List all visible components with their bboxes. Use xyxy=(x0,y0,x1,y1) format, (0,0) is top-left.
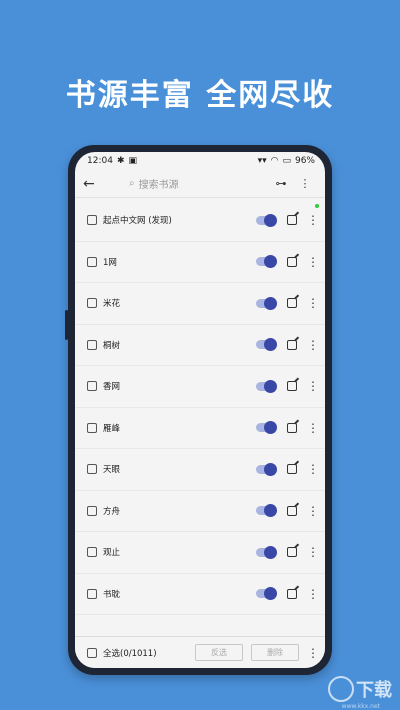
bottom-action-bar: 全选(0/1011) 反选 删除 ⋮ xyxy=(75,636,325,668)
source-checkbox[interactable] xyxy=(87,588,97,599)
row-more-icon[interactable]: ⋮ xyxy=(307,297,319,309)
phone-screen: 12:04 ✱ ▣ ▾▾ ◠ ▭ 96% ← ⌕ 搜索书源 ⊶ ⋮ 起点中文网 … xyxy=(75,152,325,668)
source-list: 起点中文网 (发现) ⋮ 1网 ⋮ 米花 ⋮ 桐树 ⋮ 香网 ⋮ 雁峰 ⋮ 天眼 ⋮ 方舟 ⋮ 观止 ⋮ 书耽 ⋮ xyxy=(75,200,325,615)
search-icon: ⌕ xyxy=(129,178,135,189)
source-name: 起点中文网 (发现) xyxy=(103,216,172,227)
row-more-icon[interactable]: ⋮ xyxy=(307,380,319,392)
source-checkbox[interactable] xyxy=(87,256,97,267)
row-more-icon[interactable]: ⋮ xyxy=(307,588,319,600)
source-row[interactable]: 1网 ⋮ xyxy=(75,242,325,283)
select-all-checkbox[interactable] xyxy=(87,647,97,658)
source-name: 天眼 xyxy=(103,465,121,476)
edit-icon[interactable] xyxy=(287,381,297,392)
source-name: 米花 xyxy=(103,299,121,310)
edit-icon[interactable] xyxy=(287,422,297,433)
source-name: 方舟 xyxy=(103,506,121,517)
notification-icon: ✱ xyxy=(116,156,125,166)
status-bar: 12:04 ✱ ▣ ▾▾ ◠ ▭ 96% xyxy=(75,152,325,170)
source-checkbox[interactable] xyxy=(87,505,97,516)
source-row[interactable]: 方舟 ⋮ xyxy=(75,491,325,532)
delete-button[interactable]: 删除 xyxy=(251,644,299,661)
source-row[interactable]: 雁峰 ⋮ xyxy=(75,408,325,449)
source-checkbox[interactable] xyxy=(87,464,97,475)
source-enable-toggle[interactable] xyxy=(256,338,277,352)
back-arrow-icon[interactable]: ← xyxy=(83,176,105,192)
source-enable-toggle[interactable] xyxy=(256,379,277,393)
source-row[interactable]: 起点中文网 (发现) ⋮ xyxy=(75,200,325,242)
source-enable-toggle[interactable] xyxy=(256,213,277,227)
source-row[interactable]: 香网 ⋮ xyxy=(75,366,325,408)
wifi-icon: ◠ xyxy=(270,156,279,166)
source-row[interactable]: 书耽 ⋮ xyxy=(75,574,325,615)
edit-icon[interactable] xyxy=(287,505,297,516)
row-more-icon[interactable]: ⋮ xyxy=(307,422,319,434)
source-enable-toggle[interactable] xyxy=(256,504,277,518)
source-checkbox[interactable] xyxy=(87,422,97,433)
phone-frame: 12:04 ✱ ▣ ▾▾ ◠ ▭ 96% ← ⌕ 搜索书源 ⊶ ⋮ 起点中文网 … xyxy=(65,145,332,675)
edit-icon[interactable] xyxy=(287,215,297,226)
watermark-logo-icon xyxy=(328,676,354,702)
watermark: 下载 xyxy=(328,676,392,702)
signal-icon: ▾▾ xyxy=(257,156,267,166)
select-all-label: 全选(0/1011) xyxy=(103,648,157,659)
source-enable-toggle[interactable] xyxy=(256,421,277,435)
menu-more-icon[interactable]: ⋮ xyxy=(293,177,317,190)
headline: 书源丰富 全网尽收 xyxy=(65,78,335,113)
battery-level: 96% xyxy=(294,156,315,166)
edit-icon[interactable] xyxy=(287,547,297,558)
row-more-icon[interactable]: ⋮ xyxy=(307,256,319,268)
invert-selection-button[interactable]: 反选 xyxy=(195,644,243,661)
image-icon: ▣ xyxy=(128,156,137,166)
row-more-icon[interactable]: ⋮ xyxy=(307,546,319,558)
source-name: 1网 xyxy=(103,257,117,268)
source-row[interactable]: 天眼 ⋮ xyxy=(75,449,325,491)
edit-icon[interactable] xyxy=(287,298,297,309)
source-checkbox[interactable] xyxy=(87,215,97,226)
source-enable-toggle[interactable] xyxy=(256,255,277,269)
row-more-icon[interactable]: ⋮ xyxy=(307,463,319,475)
source-checkbox[interactable] xyxy=(87,547,97,558)
group-icon[interactable]: ⊶ xyxy=(269,177,293,190)
source-name: 桐树 xyxy=(103,340,121,351)
source-name: 观止 xyxy=(103,548,121,559)
row-more-icon[interactable]: ⋮ xyxy=(307,505,319,517)
search-placeholder: 搜索书源 xyxy=(138,180,179,191)
source-checkbox[interactable] xyxy=(87,339,97,350)
source-row[interactable]: 米花 ⋮ xyxy=(75,283,325,325)
watermark-text: 下载 xyxy=(356,680,392,701)
edit-icon[interactable] xyxy=(287,339,297,350)
source-name: 雁峰 xyxy=(103,423,121,434)
row-more-icon[interactable]: ⋮ xyxy=(307,214,319,226)
source-name: 书耽 xyxy=(103,589,121,600)
app-toolbar: ← ⌕ 搜索书源 ⊶ ⋮ xyxy=(75,170,325,198)
volume-button xyxy=(65,310,68,340)
status-time: 12:04 xyxy=(87,156,113,166)
source-checkbox[interactable] xyxy=(87,298,97,309)
edit-icon[interactable] xyxy=(287,256,297,267)
source-enable-toggle[interactable] xyxy=(256,462,277,476)
scroll-indicator-dot xyxy=(315,204,319,208)
source-enable-toggle[interactable] xyxy=(256,545,277,559)
source-enable-toggle[interactable] xyxy=(256,296,277,310)
source-name: 香网 xyxy=(103,382,121,393)
row-more-icon[interactable]: ⋮ xyxy=(307,339,319,351)
source-row[interactable]: 桐树 ⋮ xyxy=(75,325,325,366)
source-row[interactable]: 观止 ⋮ xyxy=(75,532,325,574)
edit-icon[interactable] xyxy=(287,464,297,475)
watermark-url: www.kkx.net xyxy=(341,703,380,710)
bottom-more-icon[interactable]: ⋮ xyxy=(307,647,319,659)
edit-icon[interactable] xyxy=(287,588,297,599)
search-input[interactable]: ⌕ 搜索书源 xyxy=(105,176,269,191)
source-checkbox[interactable] xyxy=(87,381,97,392)
battery-icon: ▭ xyxy=(282,156,291,166)
source-enable-toggle[interactable] xyxy=(256,587,277,601)
